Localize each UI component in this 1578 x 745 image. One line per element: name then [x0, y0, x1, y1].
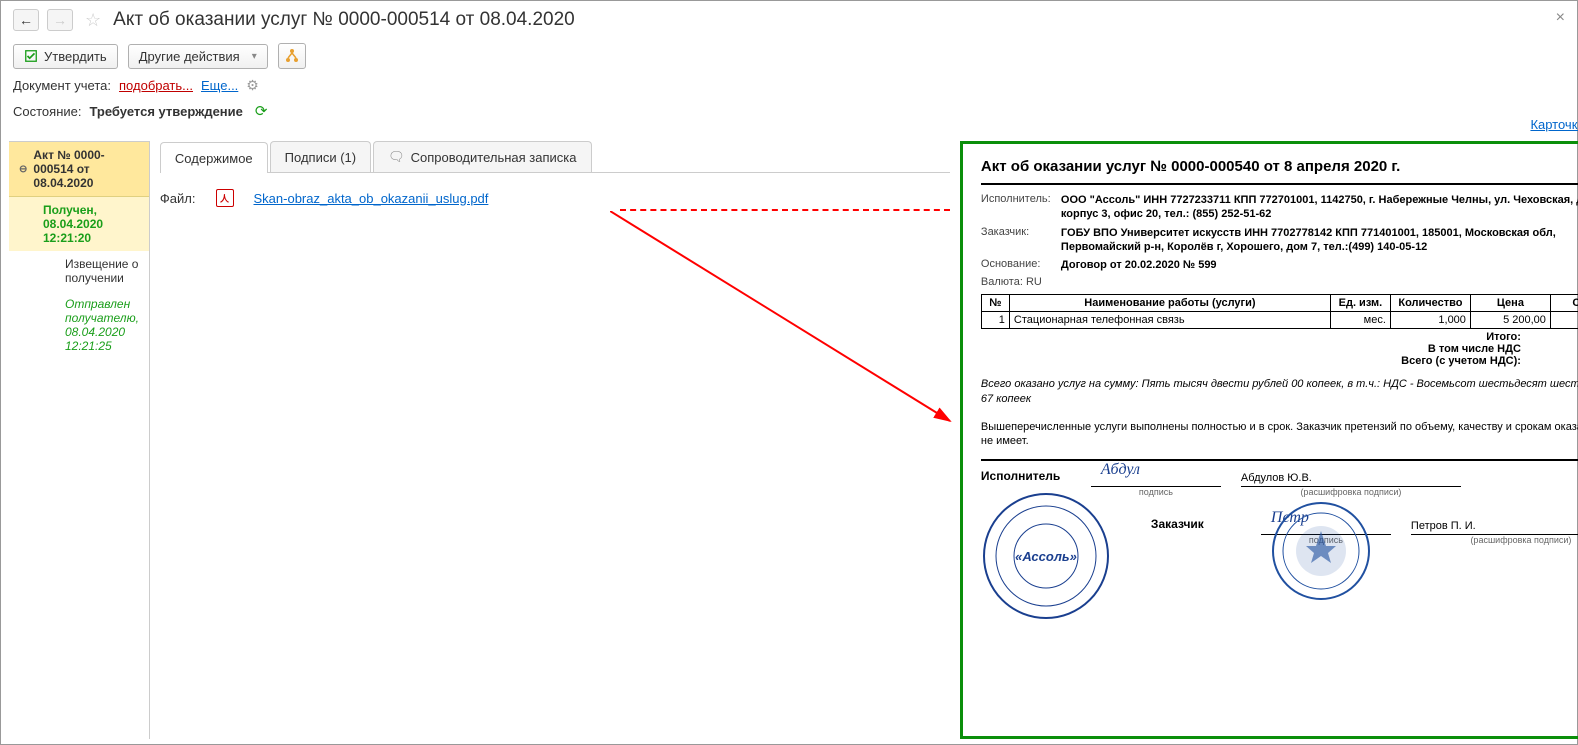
- document-preview: Акт об оказании услуг № 0000-000540 от 8…: [960, 141, 1578, 739]
- hierarchy-icon: [284, 48, 300, 64]
- doc-done-text: Вышеперечисленные услуги выполнены полно…: [981, 420, 1578, 449]
- page-title: Акт об оказании услуг № 0000-000514 от 0…: [113, 9, 575, 31]
- other-actions-button[interactable]: Другие действия: [128, 44, 268, 69]
- sig-executor-label: Исполнитель: [981, 469, 1071, 483]
- close-icon[interactable]: ×: [1556, 9, 1565, 27]
- tree-received-label: Получен, 08.04.2020 12:21:20: [43, 203, 103, 245]
- state-value: Требуется утверждение: [89, 104, 242, 119]
- doc-executor-label: Исполнитель:: [981, 193, 1061, 222]
- tab-content[interactable]: Содержимое: [160, 142, 268, 173]
- approve-icon: [24, 49, 38, 63]
- table-row: 1 Стационарная телефонная связь мес. 1,0…: [981, 312, 1578, 329]
- doc-currency: Валюта: RU: [981, 276, 1042, 288]
- doc-basis: Договор от 20.02.2020 № 599: [1061, 258, 1578, 272]
- tree-sent-node[interactable]: Отправлен получателю, 08.04.2020 12:21:2…: [9, 291, 149, 359]
- note-icon: 🗨: [388, 149, 405, 165]
- doc-executor: ООО "Ассоль" ИНН 7727233711 КПП 77270100…: [1061, 193, 1578, 222]
- state-label: Состояние:: [13, 104, 81, 119]
- pdf-icon: 人: [216, 189, 234, 207]
- more-link[interactable]: Еще...: [201, 78, 238, 93]
- doc-services-table: № Наименование работы (услуги) Ед. изм. …: [981, 294, 1578, 329]
- sig-name-2: Петров П. И.: [1411, 517, 1578, 535]
- tree-root-label: Акт № 0000-000514 от 08.04.2020: [33, 148, 139, 190]
- stamp-executor: «Ассоль»: [981, 491, 1111, 621]
- annotation-arrow: [610, 211, 960, 431]
- nav-back-button[interactable]: ←: [13, 9, 39, 31]
- approve-label: Утвердить: [44, 49, 107, 64]
- doc-basis-label: Основание:: [981, 258, 1061, 272]
- favorite-icon[interactable]: ☆: [85, 10, 101, 31]
- collapse-icon[interactable]: ⊖: [19, 164, 27, 175]
- tab-note[interactable]: 🗨Сопроводительная записка: [373, 141, 591, 172]
- sig-name-1: Абдулов Ю.В.: [1241, 469, 1461, 487]
- document-card-link[interactable]: Карточка документа: [1530, 117, 1578, 132]
- tree-panel: ⊖ Акт № 0000-000514 от 08.04.2020 Получе…: [9, 141, 150, 739]
- other-actions-label: Другие действия: [139, 49, 240, 64]
- doc-account-label: Документ учета:: [13, 78, 111, 93]
- annotation-underline: [620, 209, 950, 211]
- signature-1: Абдул: [1101, 461, 1140, 479]
- sig-customer-label: Заказчик: [1151, 517, 1241, 531]
- stamp-customer: [1271, 501, 1371, 601]
- doc-title: Акт об оказании услуг № 0000-000540 от 8…: [981, 158, 1578, 175]
- pick-link[interactable]: подобрать...: [119, 78, 193, 93]
- doc-customer-label: Заказчик:: [981, 226, 1061, 255]
- approve-button[interactable]: Утвердить: [13, 44, 118, 69]
- tree-root-node[interactable]: ⊖ Акт № 0000-000514 от 08.04.2020: [9, 142, 149, 197]
- gear-icon[interactable]: ⚙: [246, 77, 259, 94]
- tab-signatures[interactable]: Подписи (1): [270, 141, 371, 172]
- refresh-icon[interactable]: ⟳: [255, 102, 268, 120]
- tree-notif-label: Извещение о получении: [65, 257, 138, 285]
- file-label: Файл:: [160, 191, 196, 206]
- doc-sum-text: Всего оказано услуг на сумму: Пять тысяч…: [981, 377, 1578, 406]
- tree-received-node[interactable]: Получен, 08.04.2020 12:21:20: [9, 197, 149, 251]
- tree-notification-node[interactable]: Извещение о получении: [9, 251, 149, 291]
- file-link[interactable]: Skan-obraz_akta_ob_okazanii_uslug.pdf: [254, 191, 489, 206]
- nav-forward-button[interactable]: →: [47, 9, 73, 31]
- svg-text:«Ассоль»: «Ассоль»: [1015, 549, 1077, 564]
- doc-customer: ГОБУ ВПО Университет искусств ИНН 770277…: [1061, 226, 1578, 255]
- hierarchy-button[interactable]: [278, 43, 306, 69]
- tree-sent-label: Отправлен получателю, 08.04.2020 12:21:2…: [65, 297, 139, 353]
